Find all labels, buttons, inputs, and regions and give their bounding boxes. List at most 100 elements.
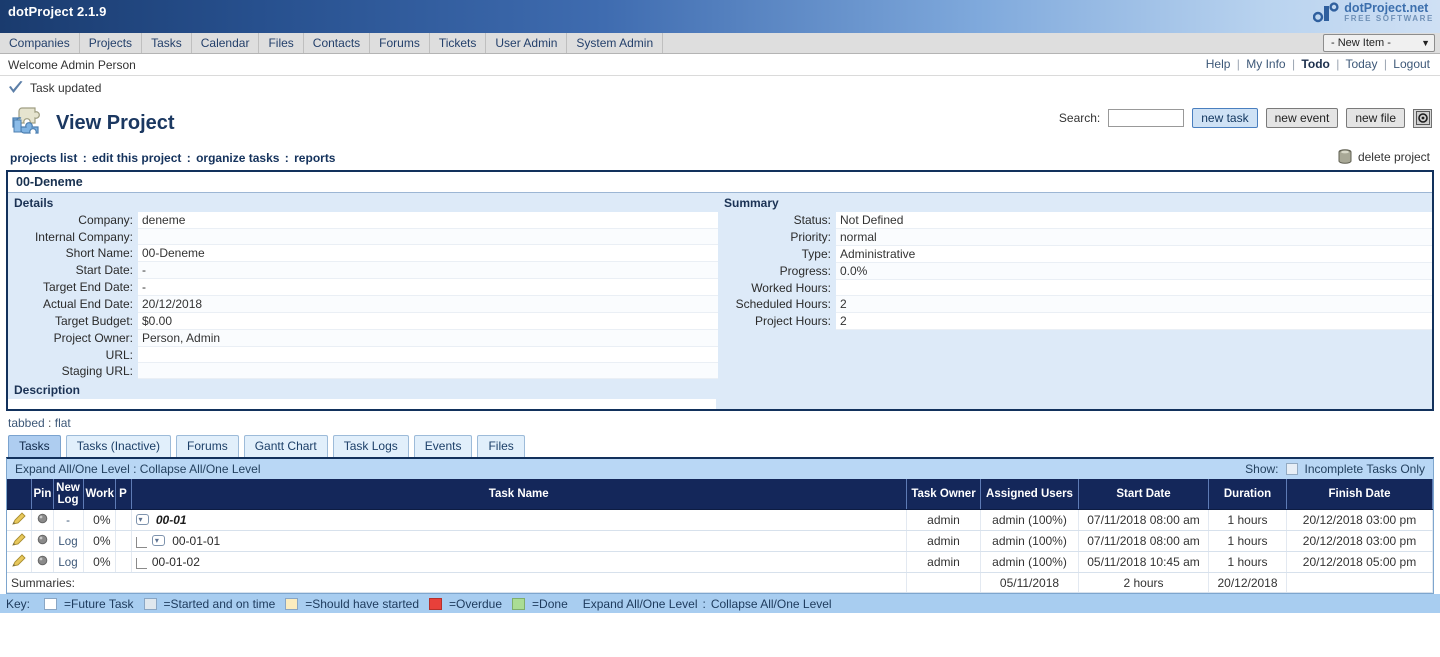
table-row[interactable]: Log 0% 00-01-02 admin admin (100%) 05/11… [7, 551, 1433, 573]
menu-item-files[interactable]: Files [259, 33, 304, 53]
top-link-today[interactable]: Today [1345, 57, 1377, 71]
tab-task-logs[interactable]: Task Logs [332, 435, 409, 457]
row-new-log-link[interactable]: Log [58, 557, 77, 569]
summaries-finish-date: 20/12/2018 [1208, 572, 1287, 593]
col-p[interactable]: P [115, 479, 132, 510]
row-pin-cell[interactable] [31, 530, 54, 552]
key-collapse-all-link[interactable]: Collapse All/One Level [711, 597, 832, 611]
summary-value [836, 279, 1432, 296]
table-row[interactable]: Log 0% ▾ 00-01-01 admin admin (100%) 07/… [7, 530, 1433, 552]
pin-icon[interactable] [37, 513, 48, 524]
crumb-organize-tasks[interactable]: organize tasks [196, 151, 279, 165]
col-task-name[interactable]: Task Name [131, 479, 907, 510]
row-finish-date-cell: 20/12/2018 05:00 pm [1286, 551, 1433, 573]
summary-row: Scheduled Hours: 2 [718, 295, 1432, 313]
expand-all-link[interactable]: Expand All/One Level [15, 462, 130, 476]
tab-tasks-inactive[interactable]: Tasks (Inactive) [65, 435, 172, 457]
row-task-name[interactable]: 00-01 [156, 513, 187, 527]
row-task-name-cell[interactable]: ▾ 00-01 [131, 509, 907, 531]
crumb-edit-this-project[interactable]: edit this project [92, 151, 181, 165]
top-link-logout[interactable]: Logout [1393, 57, 1430, 71]
delete-project-button[interactable]: delete project [1338, 149, 1430, 165]
row-new-log-cell[interactable]: Log [53, 551, 84, 573]
col-finish-date[interactable]: Finish Date [1286, 479, 1433, 510]
col-task-owner[interactable]: Task Owner [906, 479, 981, 510]
brand-line2: FREE SOFTWARE [1344, 14, 1434, 24]
pencil-icon[interactable] [11, 512, 26, 525]
col-duration[interactable]: Duration [1208, 479, 1287, 510]
col-assigned-users[interactable]: Assigned Users [980, 479, 1079, 510]
search-target-button[interactable] [1413, 108, 1432, 128]
detail-key: Project Owner: [53, 330, 133, 345]
new-event-button[interactable]: new event [1265, 108, 1339, 128]
detail-value: - [138, 278, 718, 296]
incomplete-tasks-checkbox[interactable] [1285, 463, 1298, 475]
tree-toggle-icon[interactable]: ▾ [135, 514, 149, 525]
tab-forums[interactable]: Forums [176, 435, 239, 457]
menu-item-projects[interactable]: Projects [80, 33, 143, 53]
tab-files[interactable]: Files [477, 435, 525, 457]
row-task-name[interactable]: 00-01-01 [172, 534, 220, 548]
search-input[interactable] [1108, 109, 1185, 127]
row-assigned-users-cell: admin (100%) [980, 551, 1079, 573]
crumb-projects-list[interactable]: projects list [10, 151, 77, 165]
col-edit[interactable] [7, 479, 32, 510]
project-columns: Details Company: deneme Internal Company:… [8, 193, 1432, 409]
table-row[interactable]: - 0% ▾ 00-01 admin admin (100%) 07/11/20… [7, 509, 1433, 531]
expand-separator: : [133, 462, 137, 476]
pencil-icon[interactable] [11, 533, 26, 546]
top-link-help[interactable]: Help [1206, 57, 1231, 71]
crumb-separator: : [186, 151, 191, 165]
row-new-log-cell[interactable]: Log [53, 530, 84, 552]
menu-item-companies[interactable]: Companies [0, 33, 80, 53]
top-link-todo[interactable]: Todo [1301, 57, 1329, 71]
tab-events[interactable]: Events [413, 435, 473, 457]
detail-value [138, 362, 718, 379]
new-task-button[interactable]: new task [1192, 108, 1258, 128]
new-item-select-value: - New Item - [1331, 37, 1391, 49]
menu-item-tickets[interactable]: Tickets [430, 33, 487, 53]
row-pin-cell[interactable] [31, 509, 54, 531]
summary-value: Not Defined [836, 212, 1432, 229]
menu-item-calendar[interactable]: Calendar [192, 33, 260, 53]
row-pin-cell[interactable] [31, 551, 54, 573]
row-edit-cell[interactable] [7, 551, 32, 573]
col-pin[interactable]: Pin [31, 479, 54, 510]
top-link-my-info[interactable]: My Info [1246, 57, 1285, 71]
collapse-all-link[interactable]: Collapse All/One Level [140, 462, 261, 476]
pin-icon[interactable] [37, 534, 48, 545]
tree-toggle-icon[interactable]: ▾ [151, 535, 165, 546]
menu-item-user-admin[interactable]: User Admin [486, 33, 568, 53]
row-task-name-cell[interactable]: 00-01-02 [131, 551, 907, 573]
view-mode-flat[interactable]: flat [55, 416, 71, 430]
col-new-log[interactable]: New Log [53, 479, 84, 510]
row-work-cell: 0% [83, 509, 116, 531]
pencil-icon[interactable] [11, 554, 26, 567]
header-tools: Search: new task new event new file [1059, 108, 1432, 128]
summaries-row: Summaries: 05/11/2018 2 hours 20/12/2018 [7, 572, 1433, 593]
welcome-text: Welcome Admin Person [8, 57, 136, 72]
expand-collapse-links: Expand All/One Level : Collapse All/One … [15, 462, 261, 476]
menu-item-forums[interactable]: Forums [370, 33, 430, 53]
tab-gantt-chart[interactable]: Gantt Chart [243, 435, 328, 457]
row-task-owner-cell: admin [906, 530, 981, 552]
col-start-date[interactable]: Start Date [1078, 479, 1209, 510]
menu-item-system-admin[interactable]: System Admin [567, 33, 664, 53]
view-mode-tabbed[interactable]: tabbed [8, 416, 45, 430]
row-task-name-cell[interactable]: ▾ 00-01-01 [131, 530, 907, 552]
new-file-button[interactable]: new file [1346, 108, 1405, 128]
summary-key: Scheduled Hours: [735, 296, 831, 311]
pin-icon[interactable] [37, 555, 48, 566]
row-edit-cell[interactable] [7, 530, 32, 552]
menu-item-tasks[interactable]: Tasks [142, 33, 192, 53]
row-assigned-users-cell: admin (100%) [980, 509, 1079, 531]
menu-item-contacts[interactable]: Contacts [304, 33, 371, 53]
tab-tasks[interactable]: Tasks [8, 435, 61, 457]
crumb-reports[interactable]: reports [294, 151, 335, 165]
col-work[interactable]: Work [83, 479, 116, 510]
row-new-log-link[interactable]: Log [58, 536, 77, 548]
row-task-name[interactable]: 00-01-02 [152, 555, 200, 569]
row-edit-cell[interactable] [7, 509, 32, 531]
new-item-select[interactable]: - New Item - ▼ [1323, 34, 1435, 52]
key-expand-all-link[interactable]: Expand All/One Level [583, 597, 698, 611]
